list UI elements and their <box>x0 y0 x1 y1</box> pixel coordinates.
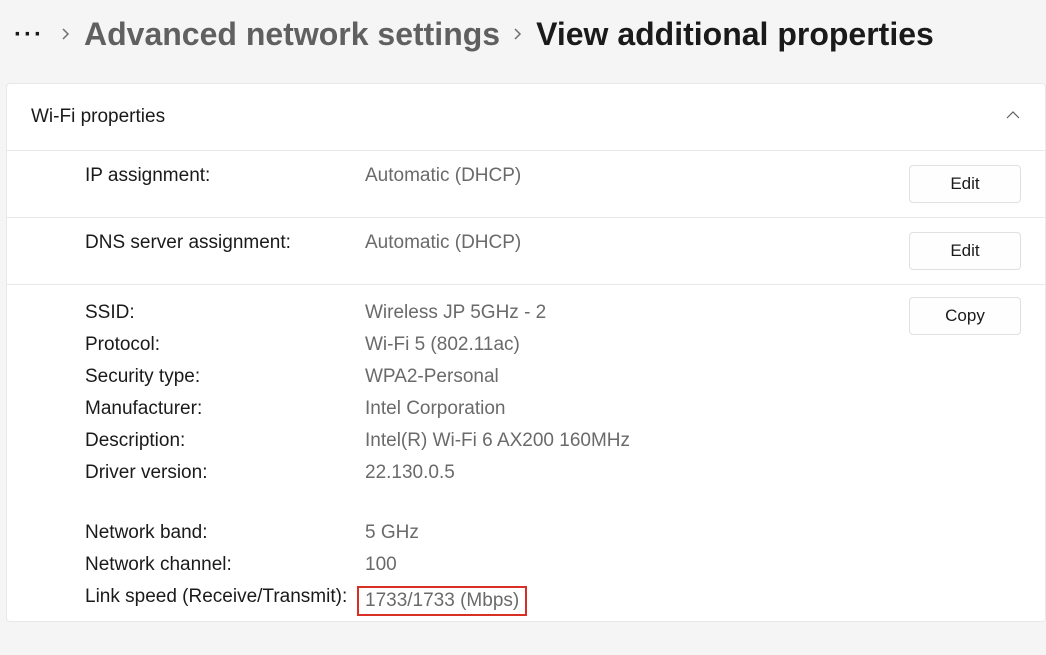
detail-value: Wireless JP 5GHz - 2 <box>365 302 546 324</box>
copy-button[interactable]: Copy <box>909 297 1021 335</box>
dns-assignment-row: DNS server assignment: Automatic (DHCP) … <box>7 218 1045 285</box>
breadcrumb-more-icon[interactable]: ··· <box>10 21 48 49</box>
detail-label: Driver version: <box>85 462 365 484</box>
dns-assignment-label: DNS server assignment: <box>85 232 365 254</box>
ip-assignment-label: IP assignment: <box>85 165 365 187</box>
ip-assignment-row: IP assignment: Automatic (DHCP) Edit <box>7 151 1045 218</box>
breadcrumb: ··· Advanced network settings View addit… <box>0 0 1046 73</box>
detail-label: Network channel: <box>85 554 365 576</box>
edit-dns-button[interactable]: Edit <box>909 232 1021 270</box>
chevron-up-icon <box>1005 107 1021 128</box>
detail-label: Manufacturer: <box>85 398 365 420</box>
detail-row: Security type:WPA2-Personal <box>7 361 897 393</box>
detail-value: Intel Corporation <box>365 398 505 420</box>
detail-row: Network band:5 GHz <box>7 517 897 549</box>
detail-row: Protocol:Wi-Fi 5 (802.11ac) <box>7 329 897 361</box>
panel-title: Wi-Fi properties <box>31 106 165 128</box>
detail-value: Intel(R) Wi-Fi 6 AX200 160MHz <box>365 430 630 452</box>
edit-ip-button[interactable]: Edit <box>909 165 1021 203</box>
chevron-right-icon <box>60 24 72 45</box>
detail-label: Link speed (Receive/Transmit): <box>85 586 365 616</box>
detail-value: Wi-Fi 5 (802.11ac) <box>365 334 520 356</box>
detail-row: Driver version:22.130.0.5 <box>7 457 897 489</box>
breadcrumb-current: View additional properties <box>536 16 934 53</box>
detail-row: Description:Intel(R) Wi-Fi 6 AX200 160MH… <box>7 425 897 457</box>
detail-label: Network band: <box>85 522 365 544</box>
detail-value: 100 <box>365 554 397 576</box>
detail-value: 1733/1733 (Mbps) <box>365 586 527 616</box>
breadcrumb-parent[interactable]: Advanced network settings <box>84 16 500 53</box>
detail-value: WPA2-Personal <box>365 366 499 388</box>
dns-assignment-value: Automatic (DHCP) <box>365 232 521 254</box>
ip-assignment-value: Automatic (DHCP) <box>365 165 521 187</box>
detail-label: Security type: <box>85 366 365 388</box>
spacer <box>7 489 897 517</box>
detail-label: SSID: <box>85 302 365 324</box>
detail-row: Network channel:100 <box>7 549 897 581</box>
wifi-properties-panel: Wi-Fi properties IP assignment: Automati… <box>6 83 1046 622</box>
detail-row: Manufacturer:Intel Corporation <box>7 393 897 425</box>
detail-label: Protocol: <box>85 334 365 356</box>
link-speed-highlight: 1733/1733 (Mbps) <box>357 586 527 616</box>
chevron-right-icon <box>512 24 524 45</box>
detail-label: Description: <box>85 430 365 452</box>
details-section: SSID:Wireless JP 5GHz - 2Protocol:Wi-Fi … <box>7 285 1045 621</box>
detail-row: SSID:Wireless JP 5GHz - 2 <box>7 297 897 329</box>
detail-row: Link speed (Receive/Transmit):1733/1733 … <box>7 581 897 621</box>
detail-value: 22.130.0.5 <box>365 462 455 484</box>
panel-header-toggle[interactable]: Wi-Fi properties <box>7 84 1045 151</box>
detail-value: 5 GHz <box>365 522 419 544</box>
